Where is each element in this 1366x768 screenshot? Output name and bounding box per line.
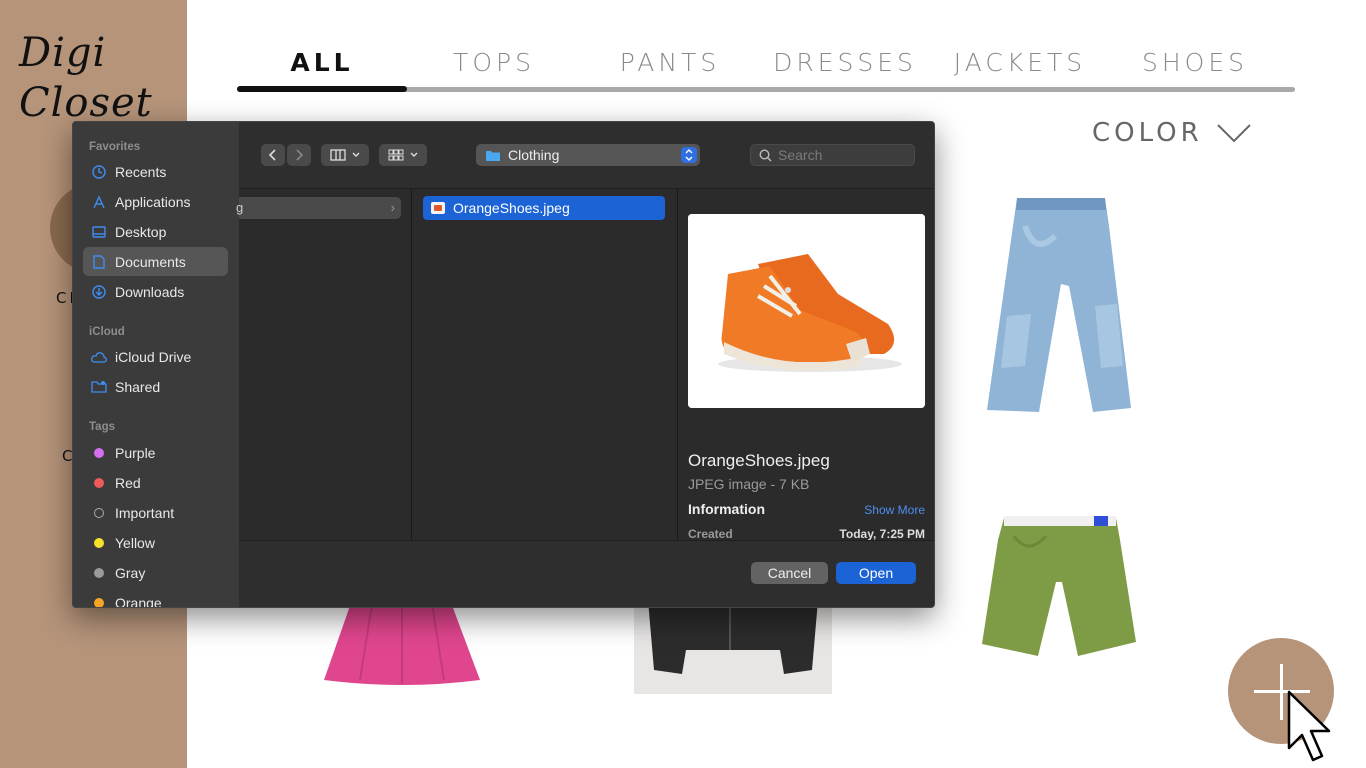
group-button[interactable] xyxy=(379,144,427,166)
tab-jackets[interactable]: JACKETS xyxy=(935,48,1105,77)
logo-line-1: Digi xyxy=(19,30,107,76)
sidebar-item-label: Purple xyxy=(115,444,156,461)
created-label: Created xyxy=(688,527,733,541)
up-down-chevron-icon xyxy=(681,147,697,163)
cloud-icon xyxy=(91,349,107,365)
folder-icon xyxy=(486,150,500,161)
back-button[interactable] xyxy=(261,144,285,166)
cancel-button[interactable]: Cancel xyxy=(751,562,828,584)
sidebar-item-label: Orange xyxy=(115,594,162,608)
dialog-toolbar: Clothing xyxy=(239,122,934,189)
dialog-footer: Cancel Open xyxy=(239,540,934,607)
tags-heading: Tags xyxy=(89,421,115,433)
dialog-sidebar: Favorites Recents Applications Desktop D… xyxy=(73,122,239,608)
browser-column-2: OrangeShoes.jpeg xyxy=(412,189,678,540)
sidebar-item-recents[interactable]: Recents xyxy=(83,157,228,186)
sidebar-item-label: Recents xyxy=(115,163,167,180)
sidebar-tag-purple[interactable]: Purple xyxy=(83,438,228,467)
sidebar-item-shared[interactable]: Shared xyxy=(83,372,228,401)
columns-view-icon xyxy=(330,149,346,161)
search-icon xyxy=(759,148,772,162)
tag-color-dot xyxy=(94,567,104,578)
sidebar-item-label: Red xyxy=(115,474,141,491)
mouse-cursor-icon xyxy=(1287,690,1331,762)
clothing-item-dress[interactable] xyxy=(322,600,482,686)
clothing-item-jacket[interactable] xyxy=(634,600,832,694)
desktop-icon xyxy=(91,224,107,240)
current-folder-label: Clothing xyxy=(508,147,560,163)
tag-color-dot xyxy=(94,597,104,607)
sidebar-tag-yellow[interactable]: Yellow xyxy=(83,528,228,557)
chevron-down-icon xyxy=(410,152,418,157)
sidebar-item-label: iCloud Drive xyxy=(115,348,192,365)
tag-color-dot xyxy=(94,537,104,548)
sidebar-item-documents[interactable]: Documents xyxy=(83,247,228,276)
sidebar-item-label: Desktop xyxy=(115,223,167,240)
sidebar-item-desktop[interactable]: Desktop xyxy=(83,217,228,246)
chevron-down-icon xyxy=(1217,124,1251,143)
document-icon xyxy=(91,254,107,270)
browser-column-1: g › xyxy=(236,189,412,540)
shared-folder-icon xyxy=(91,379,107,395)
sidebar-tag-important[interactable]: Important xyxy=(83,498,228,527)
file-name: OrangeShoes.jpeg xyxy=(453,200,570,216)
chevron-right-icon xyxy=(296,149,303,161)
show-more-link[interactable]: Show More xyxy=(864,503,925,517)
tag-color-dot xyxy=(94,477,104,488)
open-button[interactable]: Open xyxy=(836,562,916,584)
forward-button[interactable] xyxy=(287,144,311,166)
app-logo: Digi Closet xyxy=(19,28,153,128)
folder-row-label-fragment: g xyxy=(236,200,244,215)
sidebar-tag-orange[interactable]: Orange xyxy=(83,588,228,608)
sidebar-item-label: Shared xyxy=(115,378,161,395)
sidebar-item-label: Documents xyxy=(115,253,186,270)
color-filter-label: COLOR xyxy=(1092,118,1203,148)
grid-icon xyxy=(388,149,404,161)
applications-icon xyxy=(91,194,107,210)
sidebar-item-label: Downloads xyxy=(115,283,185,300)
category-tabs: ALL TOPS PANTS DRESSES JACKETS SHOES xyxy=(237,48,1297,96)
file-preview-pane: OrangeShoes.jpeg JPEG image - 7 KB Infor… xyxy=(678,189,934,541)
information-heading: Information xyxy=(688,501,765,517)
preview-file-name: OrangeShoes.jpeg xyxy=(688,451,830,470)
sidebar-tag-red[interactable]: Red xyxy=(83,468,228,497)
sidebar-item-label: Yellow xyxy=(115,534,155,551)
tab-dresses[interactable]: DRESSES xyxy=(760,48,930,77)
clothing-item-shorts[interactable] xyxy=(980,512,1138,658)
color-filter[interactable]: COLOR xyxy=(1092,118,1251,148)
created-value: Today, 7:25 PM xyxy=(839,527,925,541)
active-tab-indicator xyxy=(237,86,407,92)
tag-color-dot xyxy=(94,447,104,458)
folder-location-popup[interactable]: Clothing xyxy=(476,144,700,166)
tag-color-dot xyxy=(94,507,104,518)
clock-icon xyxy=(91,164,107,180)
sidebar-item-label: Applications xyxy=(115,193,191,210)
view-mode-button[interactable] xyxy=(321,144,369,166)
tab-tops[interactable]: TOPS xyxy=(409,48,579,77)
sidebar-item-icloud-drive[interactable]: iCloud Drive xyxy=(83,342,228,371)
chevron-left-icon xyxy=(269,149,276,161)
sidebar-item-label: Gray xyxy=(115,564,146,581)
clothing-item-jeans[interactable] xyxy=(985,196,1140,414)
file-row-selected[interactable]: OrangeShoes.jpeg xyxy=(423,196,665,220)
shoe-preview-image xyxy=(688,214,925,408)
icloud-heading: iCloud xyxy=(89,326,125,338)
search-field[interactable] xyxy=(750,144,915,166)
folder-row-selected[interactable]: g › xyxy=(236,197,401,219)
sidebar-item-label: Important xyxy=(115,504,175,521)
sidebar-item-applications[interactable]: Applications xyxy=(83,187,228,216)
tab-pants[interactable]: PANTS xyxy=(585,48,755,77)
preview-file-kind: JPEG image - 7 KB xyxy=(688,476,810,492)
sidebar-tag-gray[interactable]: Gray xyxy=(83,558,228,587)
tab-all[interactable]: ALL xyxy=(237,48,407,77)
sidebar-item-downloads[interactable]: Downloads xyxy=(83,277,228,306)
tab-shoes[interactable]: SHOES xyxy=(1110,48,1280,77)
favorites-heading: Favorites xyxy=(89,141,141,153)
download-icon xyxy=(91,284,107,300)
chevron-down-icon xyxy=(352,152,360,157)
chevron-right-icon: › xyxy=(390,200,395,215)
search-input[interactable] xyxy=(778,147,908,163)
open-file-dialog: Favorites Recents Applications Desktop D… xyxy=(72,121,935,608)
image-file-icon xyxy=(431,202,445,214)
